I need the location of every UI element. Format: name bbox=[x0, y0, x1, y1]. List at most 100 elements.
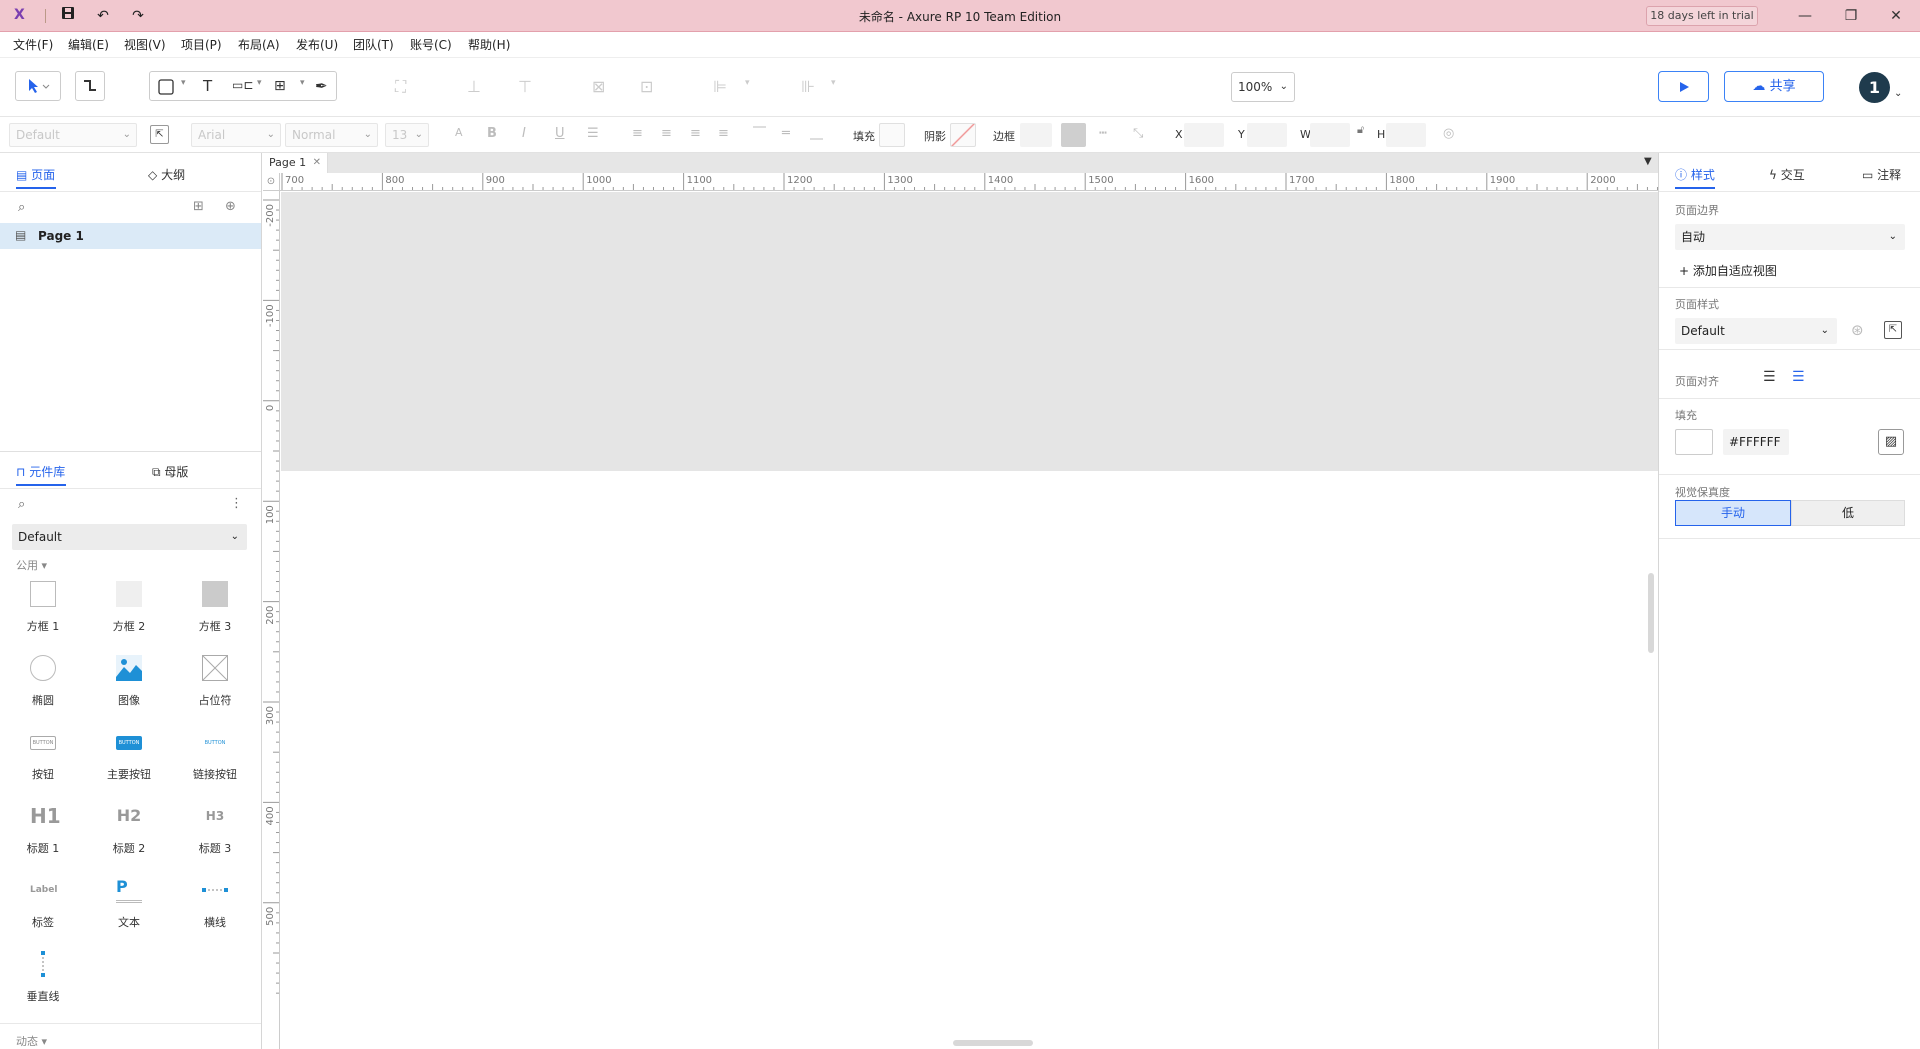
pen-tool-icon[interactable]: ✒ bbox=[315, 77, 328, 95]
border-visibility-icon[interactable]: ⤡ bbox=[1133, 126, 1143, 141]
bring-front-icon[interactable]: ⊥ bbox=[467, 77, 481, 96]
restore-icon[interactable]: ❐ bbox=[1833, 4, 1869, 28]
chevron-down-icon[interactable]: ▾ bbox=[831, 78, 836, 88]
page-style-select[interactable]: Default ⌄ bbox=[1675, 318, 1837, 344]
fill-hex-input[interactable]: #FFFFFF bbox=[1723, 429, 1789, 455]
w-input[interactable] bbox=[1310, 123, 1350, 147]
menu-view[interactable]: 视图(V) bbox=[124, 36, 166, 53]
hotspot-tool-icon[interactable]: ▭⊏ bbox=[232, 78, 253, 92]
section-common[interactable]: 公用 ▾ bbox=[16, 557, 47, 573]
widget-hline[interactable]: 横线 bbox=[180, 869, 250, 939]
menu-account[interactable]: 账号(C) bbox=[410, 36, 452, 53]
widget-button[interactable]: BUTTON 按钮 bbox=[8, 721, 78, 791]
close-icon[interactable]: ✕ bbox=[1878, 4, 1914, 28]
widget-box1[interactable]: 方框 1 bbox=[8, 573, 78, 643]
italic-icon[interactable]: I bbox=[522, 126, 526, 141]
add-adaptive-view-link[interactable]: + 添加自适应视图 bbox=[1679, 262, 1777, 279]
chevron-down-icon[interactable]: ▾ bbox=[300, 78, 305, 88]
shadow-swatch[interactable] bbox=[950, 123, 976, 147]
widget-style-select[interactable]: Default ⌄ bbox=[9, 123, 137, 147]
edit-page-style-icon[interactable]: ⇱ bbox=[1884, 321, 1902, 339]
avatar[interactable]: 1 bbox=[1859, 72, 1890, 103]
align-top-icon[interactable]: ⎺ bbox=[753, 126, 766, 141]
fill-color-swatch[interactable] bbox=[1675, 429, 1713, 455]
trial-badge[interactable]: 18 days left in trial bbox=[1646, 6, 1758, 26]
align-icon[interactable]: ⊡ bbox=[640, 77, 653, 96]
tab-interactions[interactable]: ϟ 交互 bbox=[1769, 166, 1805, 183]
search-icon[interactable]: ⌕ bbox=[18, 497, 25, 512]
horizontal-scrollbar[interactable] bbox=[953, 1040, 1033, 1046]
menu-arrange[interactable]: 布局(A) bbox=[238, 36, 280, 53]
menu-project[interactable]: 项目(P) bbox=[181, 36, 222, 53]
tab-page-1[interactable]: Page 1 ✕ bbox=[263, 153, 328, 173]
style-editor-icon[interactable]: ⇱ bbox=[150, 125, 169, 144]
bold-icon[interactable]: B bbox=[487, 126, 497, 141]
bullet-list-icon[interactable]: ☰ bbox=[587, 126, 599, 141]
select-mode-button[interactable] bbox=[15, 71, 61, 101]
more-options-icon[interactable]: ⋮ bbox=[230, 496, 243, 511]
share-button[interactable]: ☁ 共享 bbox=[1724, 71, 1824, 102]
tab-menu-chevron-icon[interactable]: ▼ bbox=[1644, 156, 1652, 167]
align-left-text-icon[interactable]: ≡ bbox=[632, 126, 643, 141]
widget-placeholder[interactable]: 占位符 bbox=[180, 647, 250, 717]
fidelity-manual-button[interactable]: 手动 bbox=[1675, 500, 1791, 526]
font-size-select[interactable]: 13 ⌄ bbox=[385, 123, 429, 147]
widget-text[interactable]: P 文本 bbox=[94, 869, 164, 939]
border-thickness-swatch[interactable] bbox=[1061, 123, 1086, 147]
align-center-text-icon[interactable]: ≡ bbox=[661, 126, 672, 141]
menu-file[interactable]: 文件(F) bbox=[13, 36, 53, 53]
add-page-icon[interactable]: ⊞ bbox=[193, 199, 204, 214]
distribute-icon[interactable]: ⊠ bbox=[592, 77, 605, 96]
widget-box3[interactable]: 方框 3 bbox=[180, 573, 250, 643]
ruler-origin-icon[interactable]: ⊙ bbox=[263, 173, 280, 191]
align-center-page-icon[interactable]: ☰ bbox=[1792, 369, 1805, 385]
page-bounds-select[interactable]: 自动 ⌄ bbox=[1675, 224, 1905, 250]
design-canvas[interactable] bbox=[281, 192, 1658, 1049]
table-tool-icon[interactable]: ⊞ bbox=[274, 78, 286, 94]
apply-style-icon[interactable]: ⊛ bbox=[1851, 321, 1864, 339]
chevron-down-icon[interactable]: ▾ bbox=[745, 78, 750, 88]
zoom-select[interactable]: 100% ⌄ bbox=[1231, 72, 1295, 102]
fill-swatch[interactable] bbox=[879, 123, 905, 147]
underline-icon[interactable]: U bbox=[555, 126, 565, 141]
menu-team[interactable]: 团队(T) bbox=[353, 36, 394, 53]
chevron-down-icon[interactable]: ▾ bbox=[181, 78, 186, 88]
tab-masters[interactable]: ⧉ 母版 bbox=[152, 463, 188, 480]
tab-library[interactable]: ⊓ 元件库 bbox=[16, 463, 65, 480]
align-left-icon[interactable]: ⊫ bbox=[713, 77, 727, 96]
distribute-horizontal-icon[interactable]: ⊪ bbox=[801, 77, 815, 96]
x-input[interactable] bbox=[1184, 123, 1224, 147]
border-color-swatch[interactable] bbox=[1020, 123, 1052, 147]
redo-icon[interactable]: ↷ bbox=[127, 6, 149, 26]
chevron-down-icon[interactable]: ▾ bbox=[257, 78, 262, 88]
menu-help[interactable]: 帮助(H) bbox=[468, 36, 510, 53]
connector-button[interactable] bbox=[75, 71, 105, 101]
widget-image[interactable]: 图像 bbox=[94, 647, 164, 717]
y-input[interactable] bbox=[1247, 123, 1287, 147]
widget-heading1[interactable]: H1 标题 1 bbox=[8, 795, 78, 865]
lock-icon[interactable]: 🔓︎ bbox=[1357, 123, 1364, 137]
close-tab-icon[interactable]: ✕ bbox=[313, 153, 321, 173]
justify-text-icon[interactable]: ≡ bbox=[718, 126, 729, 141]
tab-notes[interactable]: ▭ 注释 bbox=[1862, 166, 1901, 183]
border-style-icon[interactable]: ┅ bbox=[1099, 126, 1107, 141]
align-right-text-icon[interactable]: ≡ bbox=[690, 126, 701, 141]
fill-image-icon[interactable]: ▨ bbox=[1878, 429, 1904, 455]
widget-link-button[interactable]: BUTTON 链接按钮 bbox=[180, 721, 250, 791]
vertical-scrollbar[interactable] bbox=[1648, 573, 1654, 653]
h-input[interactable] bbox=[1386, 123, 1426, 147]
widget-heading2[interactable]: H2 标题 2 bbox=[94, 795, 164, 865]
menu-edit[interactable]: 编辑(E) bbox=[68, 36, 109, 53]
add-folder-icon[interactable]: ⊕ bbox=[225, 199, 236, 214]
tab-pages[interactable]: ▤ 页面 bbox=[16, 166, 55, 183]
rectangle-tool-icon[interactable] bbox=[158, 79, 174, 98]
text-tool-icon[interactable]: T bbox=[203, 77, 212, 95]
send-back-icon[interactable]: ⊤ bbox=[518, 77, 532, 96]
menu-publish[interactable]: 发布(U) bbox=[296, 36, 338, 53]
widget-heading3[interactable]: H3 标题 3 bbox=[180, 795, 250, 865]
font-color-icon[interactable]: A bbox=[455, 126, 463, 139]
widget-box2[interactable]: 方框 2 bbox=[94, 573, 164, 643]
chevron-down-icon[interactable]: ⌄ bbox=[1894, 88, 1902, 99]
tab-outline[interactable]: ◇ 大纲 bbox=[148, 166, 185, 183]
widget-ellipse[interactable]: 椭圆 bbox=[8, 647, 78, 717]
